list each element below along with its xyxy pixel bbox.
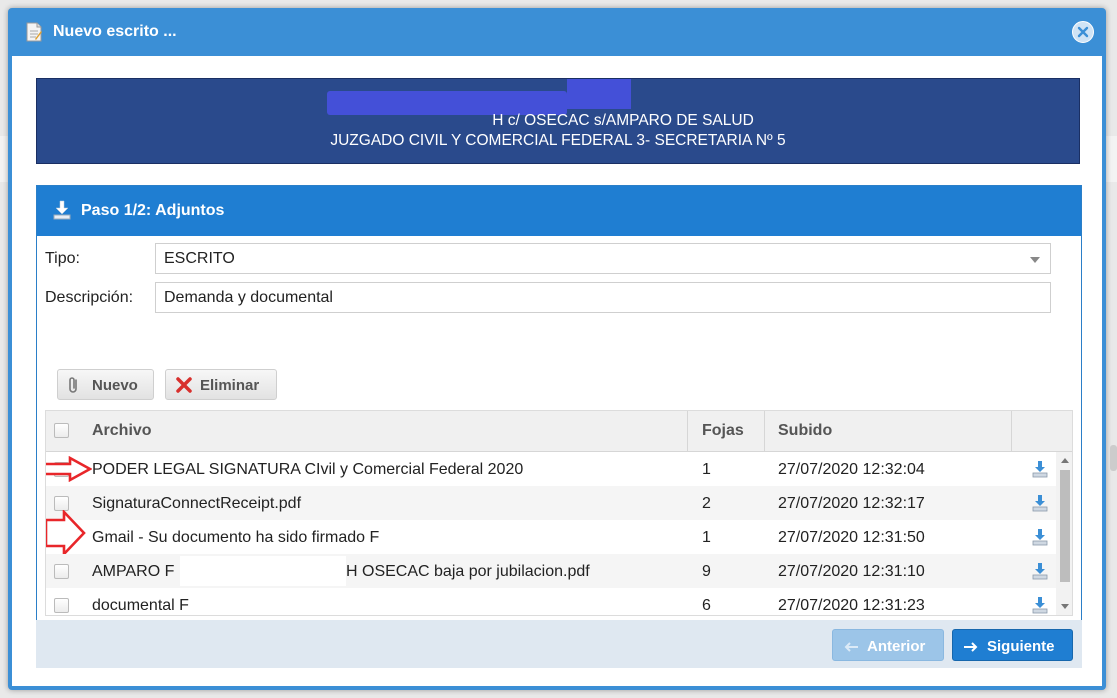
file-name[interactable]: AMPARO F (92, 563, 174, 581)
download-icon[interactable] (1032, 596, 1048, 615)
dialog-body: H c/ OSECAC s/AMPARO DE SALUD JUZGADO CI… (12, 56, 1102, 686)
dialog-titlebar: Nuevo escrito ... (8, 8, 1106, 56)
fojas-value: 1 (702, 461, 711, 478)
background-fragment (1110, 445, 1117, 471)
download-icon (53, 200, 71, 225)
attachments-panel: Paso 1/2: Adjuntos Tipo: ESCRITO Descrip… (36, 185, 1082, 668)
anterior-button[interactable]: Anterior (832, 629, 944, 661)
file-name[interactable]: SignaturaConnectReceipt.pdf (92, 495, 301, 513)
download-icon[interactable] (1032, 562, 1048, 585)
fojas-value: 9 (702, 563, 711, 580)
subido-value: 27/07/2020 12:31:10 (778, 563, 925, 580)
tipo-label: Tipo: (45, 250, 80, 267)
attachments-grid: Archivo Fojas Subido PODER LEGAL SIGNATU… (45, 410, 1073, 616)
column-divider (687, 411, 688, 451)
row-checkbox[interactable] (54, 564, 69, 579)
paperclip-icon (67, 376, 81, 398)
table-row[interactable]: AMPARO F H OSECAC baja por jubilacion.pd… (46, 554, 1056, 588)
scroll-up-icon[interactable] (1061, 458, 1069, 463)
case-title: H c/ OSECAC s/AMPARO DE SALUD (492, 112, 754, 129)
select-all-checkbox[interactable] (54, 423, 69, 438)
arrow-left-icon (843, 640, 859, 657)
case-header: H c/ OSECAC s/AMPARO DE SALUD JUZGADO CI… (36, 78, 1080, 164)
redaction-mark (180, 556, 346, 586)
close-icon (1077, 26, 1089, 38)
column-subido[interactable]: Subido (778, 422, 832, 440)
eliminar-button[interactable]: Eliminar (165, 369, 277, 400)
grid-scrollbar[interactable] (1056, 452, 1072, 615)
scroll-thumb[interactable] (1060, 470, 1070, 582)
descripcion-input[interactable]: Demanda y documental (155, 282, 1051, 313)
nuevo-button[interactable]: Nuevo (57, 369, 154, 400)
grid-header: Archivo Fojas Subido (46, 411, 1072, 452)
fojas-value: 1 (702, 529, 711, 546)
document-icon (26, 22, 42, 42)
subido-value: 27/07/2020 12:31:50 (778, 529, 925, 546)
red-arrow-annotation (46, 510, 86, 556)
subido-value: 27/07/2020 12:32:17 (778, 495, 925, 512)
file-name-suffix[interactable]: H OSECAC baja por jubilacion.pdf (346, 563, 590, 581)
file-name[interactable]: documental F (92, 597, 189, 615)
close-button[interactable] (1072, 21, 1094, 43)
arrow-right-icon (963, 640, 979, 657)
nuevo-label: Nuevo (92, 377, 138, 394)
tipo-value: ESCRITO (164, 250, 235, 267)
scroll-down-icon[interactable] (1061, 604, 1069, 609)
court-name: JUZGADO CIVIL Y COMERCIAL FEDERAL 3- SEC… (330, 132, 786, 149)
siguiente-button[interactable]: Siguiente (952, 629, 1073, 661)
descripcion-value: Demanda y documental (164, 289, 333, 306)
new-filing-dialog: Nuevo escrito ... H c/ OSECAC s/AMPARO D… (8, 8, 1106, 690)
table-row[interactable]: documental F 6 27/07/2020 12:31:23 (46, 588, 1056, 615)
fojas-value: 6 (702, 597, 711, 614)
delete-x-icon (175, 376, 193, 398)
red-arrow-annotation (46, 456, 92, 482)
siguiente-label: Siguiente (987, 638, 1055, 655)
tipo-select[interactable]: ESCRITO (155, 243, 1051, 274)
dialog-title: Nuevo escrito ... (53, 23, 177, 40)
download-icon[interactable] (1032, 528, 1048, 551)
column-fojas[interactable]: Fojas (702, 422, 744, 440)
redaction-mark (567, 79, 631, 109)
row-checkbox[interactable] (54, 598, 69, 613)
table-row[interactable]: Gmail - Su documento ha sido firmado F 1… (46, 510, 1056, 556)
anterior-label: Anterior (867, 638, 926, 655)
chevron-down-icon (1030, 257, 1040, 263)
download-icon[interactable] (1032, 460, 1048, 483)
download-icon[interactable] (1032, 494, 1048, 517)
descripcion-label: Descripción: (45, 289, 134, 306)
fojas-value: 2 (702, 495, 711, 512)
column-divider (1011, 411, 1012, 451)
file-name[interactable]: Gmail - Su documento ha sido firmado F (92, 529, 379, 547)
table-row[interactable]: SignaturaConnectReceipt.pdf 2 27/07/2020… (46, 486, 1056, 520)
subido-value: 27/07/2020 12:32:04 (778, 461, 925, 478)
dialog-footer: Anterior Siguiente (36, 620, 1082, 668)
row-checkbox[interactable] (54, 496, 69, 511)
step-title: Paso 1/2: Adjuntos (81, 202, 225, 219)
redaction-mark (210, 590, 270, 615)
table-row[interactable]: PODER LEGAL SIGNATURA CIvil y Comercial … (46, 452, 1056, 486)
redaction-mark (586, 455, 668, 481)
step-header: Paso 1/2: Adjuntos (37, 186, 1081, 236)
column-divider (764, 411, 765, 451)
file-name[interactable]: PODER LEGAL SIGNATURA CIvil y Comercial … (92, 461, 523, 479)
column-archivo[interactable]: Archivo (92, 422, 152, 440)
subido-value: 27/07/2020 12:31:23 (778, 597, 925, 614)
eliminar-label: Eliminar (200, 377, 260, 394)
